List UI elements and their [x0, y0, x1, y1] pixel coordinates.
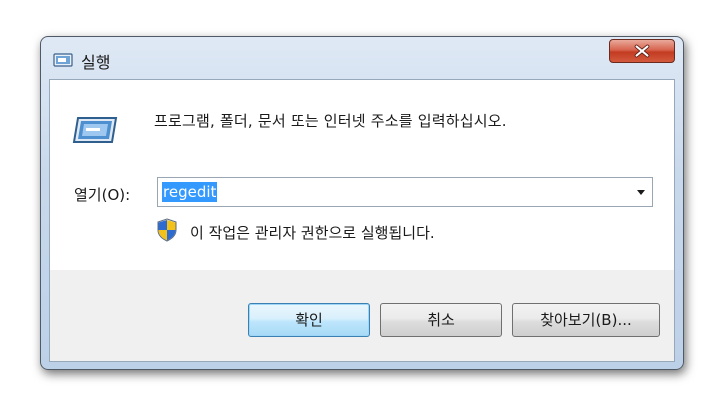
browse-button[interactable]: 찾아보기(B)... [512, 303, 660, 337]
window-title: 실행 [81, 53, 111, 72]
chevron-down-icon[interactable] [630, 178, 652, 206]
dialog-content: 프로그램, 폴더, 문서 또는 인터넷 주소를 입력하십시오. 열기(O): r… [49, 79, 675, 362]
uac-shield-icon [157, 218, 177, 242]
title-bar[interactable]: 실행 [41, 37, 683, 79]
cancel-button[interactable]: 취소 [380, 303, 502, 337]
open-input-value[interactable]: regedit [162, 182, 218, 202]
admin-notice-text: 이 작업은 관리자 권한으로 실행됩니다. [190, 224, 435, 242]
instruction-text: 프로그램, 폴더, 문서 또는 인터넷 주소를 입력하십시오. [154, 112, 507, 130]
run-dialog: 실행 프로그램, 폴더, 문서 또는 인터넷 주소를 입력하십시오. 열기(O)… [40, 36, 684, 370]
ok-button[interactable]: 확인 [248, 303, 370, 337]
run-icon [72, 117, 118, 143]
run-title-icon [53, 53, 73, 67]
close-icon [634, 44, 650, 58]
open-combobox[interactable]: regedit [157, 177, 653, 207]
open-label: 열기(O): [74, 186, 131, 204]
content-panel: 프로그램, 폴더, 문서 또는 인터넷 주소를 입력하십시오. 열기(O): r… [50, 80, 674, 270]
close-button[interactable] [609, 39, 675, 63]
